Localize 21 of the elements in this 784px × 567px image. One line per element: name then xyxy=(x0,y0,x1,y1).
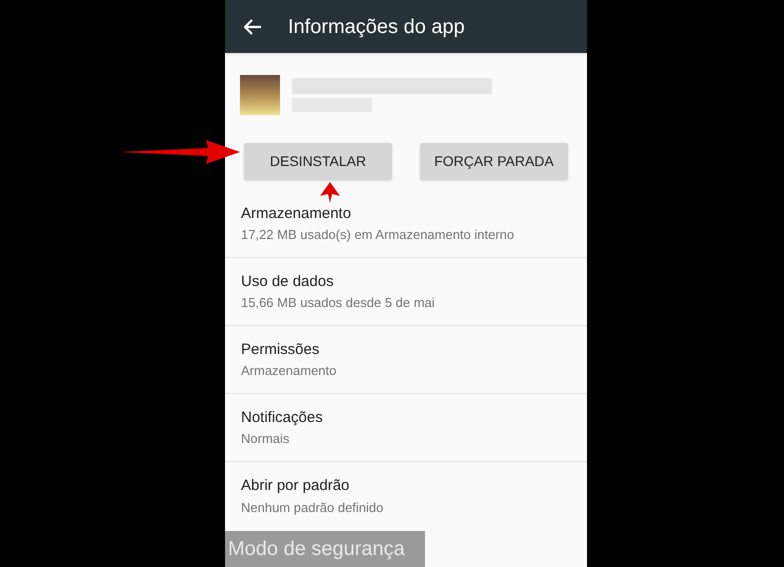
settings-item[interactable]: Abrir por padrão Nenhum padrão definido xyxy=(225,462,587,530)
settings-summary: 17,22 MB usado(s) em Armazenamento interno xyxy=(241,226,516,244)
settings-item[interactable]: Permissões Armazenamento xyxy=(225,326,587,394)
settings-title: Armazenamento xyxy=(241,204,352,224)
app-icon xyxy=(240,75,280,115)
settings-title: Abrir por padrão xyxy=(241,476,350,496)
safe-mode-label: Modo de segurança xyxy=(225,531,425,567)
settings-title: Uso de dados xyxy=(241,272,335,292)
settings-summary: Normais xyxy=(241,430,290,448)
back-arrow-icon[interactable] xyxy=(244,18,262,34)
settings-summary: Armazenamento xyxy=(241,362,338,380)
annotation-arrow xyxy=(318,182,342,203)
settings-item[interactable]: Notificações Normais xyxy=(225,394,587,462)
settings-item[interactable]: Uso de dados 15,66 MB usados desde 5 de mai xyxy=(225,258,587,326)
settings-title: Notificações xyxy=(241,408,324,428)
app-bar-title: Informações do app xyxy=(288,14,465,40)
settings-summary: Nenhum padrão definido xyxy=(241,498,384,517)
action-button[interactable]: DESINSTALAR xyxy=(244,143,392,180)
settings-summary: 15,66 MB usados desde 5 de mai xyxy=(241,294,436,312)
settings-title: Permissões xyxy=(241,340,320,360)
action-button[interactable]: FORÇAR PARADA xyxy=(420,143,568,180)
